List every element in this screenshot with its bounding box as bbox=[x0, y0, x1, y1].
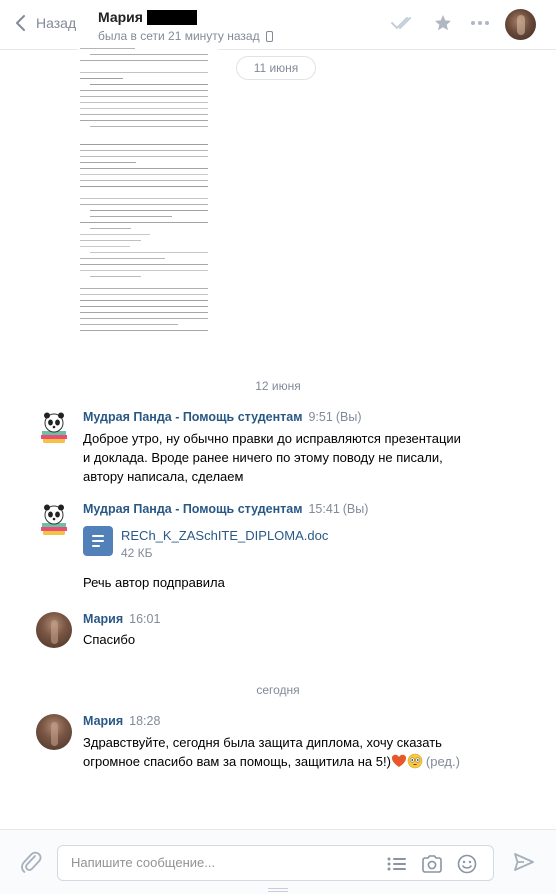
contact-avatar[interactable] bbox=[505, 9, 536, 40]
smile-icon[interactable] bbox=[457, 854, 477, 874]
templates-list-icon[interactable] bbox=[387, 856, 407, 872]
message-input[interactable] bbox=[71, 855, 371, 870]
resize-grip[interactable] bbox=[268, 888, 288, 892]
date-separator: 12 июня bbox=[255, 379, 301, 393]
heart-emoji-icon bbox=[391, 754, 406, 767]
message-time[interactable]: 9:51 bbox=[308, 410, 332, 424]
more-icon[interactable] bbox=[470, 20, 490, 26]
user-avatar[interactable] bbox=[36, 612, 72, 648]
flushed-face-emoji-icon bbox=[407, 753, 423, 769]
you-label: (Вы) bbox=[335, 410, 362, 424]
redacted-surname bbox=[146, 9, 197, 25]
message-time[interactable]: 18:28 bbox=[129, 714, 160, 728]
document-icon[interactable] bbox=[83, 526, 113, 556]
back-button[interactable]: Назад bbox=[14, 14, 76, 32]
back-label: Назад bbox=[36, 15, 77, 31]
message-line: автору написала, сделаем bbox=[83, 469, 244, 484]
message-line: и доклада. Вроде ранее ничего по этому п… bbox=[83, 450, 443, 465]
chevron-left-icon bbox=[16, 15, 25, 31]
message-input-wrapper[interactable] bbox=[57, 845, 494, 881]
panda-avatar[interactable] bbox=[36, 502, 72, 538]
panda-icon bbox=[41, 412, 67, 443]
message-time[interactable]: 16:01 bbox=[129, 612, 160, 626]
file-attachment[interactable]: RECh_K_ZASchITE_DIPLOMA.doc 42 КБ bbox=[83, 526, 328, 560]
edited-label[interactable]: (ред.) bbox=[426, 754, 460, 769]
message-line-with-emoji: огромное спасибо вам за помощь, защитила… bbox=[83, 752, 460, 771]
panda-avatar[interactable] bbox=[36, 410, 72, 446]
chat-header: Назад Мария была в сети 21 минуту назад bbox=[0, 0, 556, 50]
message-author[interactable]: Мудрая Панда - Помощь студентам bbox=[83, 502, 302, 516]
message-line: Здравствуйте, сегодня была защита диплом… bbox=[83, 735, 442, 750]
message-time[interactable]: 15:41 bbox=[308, 502, 339, 516]
message-author[interactable]: Мудрая Панда - Помощь студентам bbox=[83, 410, 302, 424]
message-author[interactable]: Мария bbox=[83, 714, 123, 728]
message-composer bbox=[0, 829, 556, 894]
file-name[interactable]: RECh_K_ZASchITE_DIPLOMA.doc bbox=[121, 528, 328, 543]
contact-info[interactable]: Мария была в сети 21 минуту назад bbox=[98, 9, 273, 43]
file-size: 42 КБ bbox=[121, 546, 153, 560]
document-preview-image[interactable] bbox=[78, 44, 218, 342]
send-icon[interactable] bbox=[513, 852, 535, 872]
message-text: Здравствуйте, сегодня была защита диплом… bbox=[83, 733, 460, 771]
message-text: Спасибо bbox=[83, 632, 136, 647]
message-text: Доброе утро, ну обычно правки до исправл… bbox=[83, 429, 461, 486]
online-status: была в сети 21 минуту назад bbox=[98, 29, 260, 43]
date-separator: сегодня bbox=[256, 683, 300, 697]
you-label: (Вы) bbox=[342, 502, 369, 516]
mobile-icon bbox=[265, 30, 273, 42]
panda-icon bbox=[41, 504, 67, 535]
camera-icon[interactable] bbox=[421, 855, 443, 873]
message-line: Доброе утро, ну обычно правки до исправл… bbox=[83, 431, 461, 446]
message-line: огромное спасибо вам за помощь, защитила… bbox=[83, 754, 391, 769]
message-text: Речь автор подправила bbox=[83, 575, 225, 590]
star-icon[interactable] bbox=[434, 14, 452, 32]
message-author[interactable]: Мария bbox=[83, 612, 123, 626]
contact-name: Мария bbox=[98, 9, 143, 25]
date-pill: 11 июня bbox=[236, 56, 316, 80]
user-avatar[interactable] bbox=[36, 714, 72, 750]
read-checks-icon bbox=[391, 17, 411, 30]
paperclip-icon[interactable] bbox=[20, 850, 42, 874]
